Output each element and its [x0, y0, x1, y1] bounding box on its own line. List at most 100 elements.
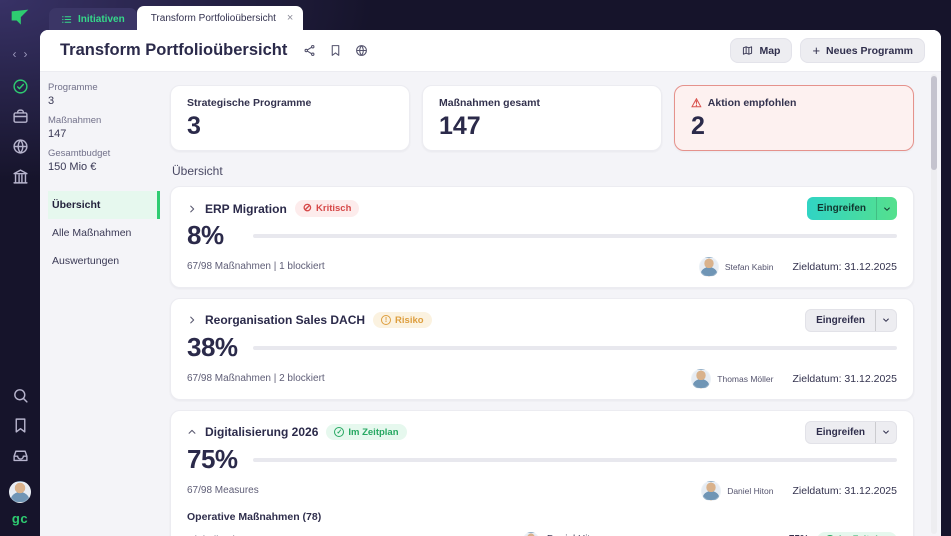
chevron-right-icon[interactable] [187, 204, 197, 214]
chevron-up-icon[interactable] [187, 427, 197, 437]
back-icon[interactable]: ‹ [13, 48, 17, 60]
status-label: Risiko [395, 316, 424, 326]
progress-percent: 38% [187, 333, 243, 363]
program-meta: 67/98 Measures [187, 485, 259, 496]
inbox-icon[interactable] [12, 447, 29, 464]
eingreifen-button[interactable]: Eingreifen [806, 310, 875, 331]
status-badge: ! Risiko [373, 312, 432, 328]
list-icon [61, 14, 72, 25]
program-subnav: Programme 3 Maßnahmen 147 Gesamtbudget 1… [40, 72, 160, 536]
briefcase-icon[interactable] [12, 108, 29, 125]
subnav-item-uebersicht[interactable]: Übersicht [48, 191, 160, 219]
stat-gesamtbudget: Gesamtbudget 150 Mio € [48, 148, 160, 173]
kpi-value: 2 [691, 114, 897, 139]
status-badge: ⊘ Kritisch [295, 200, 360, 217]
chevron-down-icon[interactable] [876, 197, 897, 220]
dashboard-icon[interactable] [12, 78, 29, 95]
owner-avatar [523, 532, 539, 536]
app-logo-icon[interactable] [10, 8, 30, 26]
kpi-massnahmen-gesamt: Maßnahmen gesamt 147 [422, 85, 662, 151]
kpi-value: 3 [187, 114, 393, 139]
kpi-value: 147 [439, 114, 645, 139]
due-date: Zieldatum: 31.12.2025 [793, 261, 898, 273]
map-button-label: Map [759, 45, 780, 57]
eingreifen-split-button: Eingreifen [807, 197, 897, 220]
plus-icon: + [812, 44, 820, 57]
tab-initiativen[interactable]: Initiativen [49, 8, 137, 30]
status-label: Kritisch [316, 204, 351, 214]
measure-list-title: Operative Maßnahmen (78) [187, 511, 897, 523]
eingreifen-button[interactable]: Eingreifen [807, 197, 876, 220]
map-button[interactable]: Map [730, 38, 792, 63]
left-rail: ‹ › gc [0, 0, 40, 536]
page-header: Transform Portfolioübersicht Map + Neues… [40, 30, 941, 72]
search-icon[interactable] [12, 387, 29, 404]
chevron-down-icon[interactable] [875, 422, 896, 443]
close-icon[interactable]: × [287, 12, 293, 24]
eingreifen-button[interactable]: Eingreifen [806, 422, 875, 443]
program-name: Reorganisation Sales DACH [205, 313, 365, 327]
warning-icon: ⚠ [691, 97, 702, 109]
kpi-row: Strategische Programme 3 Maßnahmen gesam… [170, 85, 914, 151]
kpi-aktion-empfohlen: ⚠ Aktion empfohlen 2 [674, 85, 914, 151]
measure-list: Operative Maßnahmen (78) Digitalization … [187, 511, 897, 536]
map-icon [742, 45, 753, 56]
user-avatar[interactable] [9, 481, 31, 503]
program-card-digitalisierung-2026: Digitalisierung 2026 ✓ Im Zeitplan Eingr… [170, 410, 914, 536]
kpi-label: Aktion empfohlen [708, 97, 797, 109]
stat-label: Programme [48, 82, 160, 93]
alert-circle-icon: ! [381, 315, 391, 325]
section-title: Übersicht [172, 164, 912, 178]
eingreifen-split-button: Eingreifen [805, 309, 897, 332]
subnav-item-alle-massnahmen[interactable]: Alle Maßnahmen [48, 219, 160, 247]
tab-label: Initiativen [78, 14, 125, 25]
stat-label: Maßnahmen [48, 115, 160, 126]
status-badge: ✓ Im Zeitplan [817, 532, 897, 536]
page-title: Transform Portfolioübersicht [60, 41, 287, 60]
bookmark-icon[interactable] [12, 417, 29, 434]
progress-percent: 8% [187, 221, 243, 251]
globe-icon[interactable] [355, 44, 368, 57]
kpi-label: Maßnahmen gesamt [439, 97, 645, 109]
stat-label: Gesamtbudget [48, 148, 160, 159]
forward-icon[interactable]: › [24, 48, 28, 60]
progress-bar [253, 346, 897, 350]
program-name: Digitalisierung 2026 [205, 425, 318, 439]
app-window: ‹ › gc Initiativen [0, 0, 951, 536]
owner-avatar [691, 369, 711, 389]
tab-portfolio-uebersicht[interactable]: Transform Portfolioübersicht × [137, 6, 304, 30]
subnav-item-auswertungen[interactable]: Auswertungen [48, 247, 160, 275]
content-panel: Transform Portfolioübersicht Map + Neues… [40, 30, 941, 536]
due-date: Zieldatum: 31.12.2025 [793, 373, 898, 385]
program-card-reorganisation-sales-dach: Reorganisation Sales DACH ! Risiko Eingr… [170, 298, 914, 400]
stat-massnahmen: Maßnahmen 147 [48, 115, 160, 140]
eingreifen-split-button: Eingreifen [805, 421, 897, 444]
program-meta: 67/98 Maßnahmen | 2 blockiert [187, 373, 325, 384]
due-date: Zieldatum: 31.12.2025 [793, 485, 898, 497]
owner-name: Daniel Hiton [727, 486, 773, 496]
stat-programme: Programme 3 [48, 82, 160, 107]
chevron-down-icon[interactable] [875, 310, 896, 331]
stat-value: 150 Mio € [48, 161, 160, 173]
new-program-label: Neues Programm [826, 45, 913, 57]
new-program-button[interactable]: + Neues Programm [800, 38, 925, 63]
owner-name: Stefan Kabin [725, 262, 774, 272]
status-badge: ✓ Im Zeitplan [326, 424, 406, 440]
globe-icon[interactable] [12, 138, 29, 155]
chevron-right-icon[interactable] [187, 315, 197, 325]
share-icon[interactable] [303, 44, 316, 57]
history-nav: ‹ › [13, 48, 28, 60]
scrollbar-track[interactable] [931, 74, 937, 534]
kpi-label: Strategische Programme [187, 97, 393, 109]
gc-logo: gc [12, 511, 28, 526]
stat-value: 147 [48, 128, 160, 140]
ban-icon: ⊘ [303, 203, 312, 214]
scrollbar-thumb[interactable] [931, 76, 937, 170]
owner-avatar [701, 481, 721, 501]
bookmark-icon[interactable] [329, 44, 342, 57]
progress-bar [253, 458, 897, 462]
owner-avatar [699, 257, 719, 277]
measure-row[interactable]: Digitalization Measure 1 Daniel Hiton 75… [187, 528, 897, 536]
bank-icon[interactable] [12, 168, 29, 185]
main-content: Strategische Programme 3 Maßnahmen gesam… [160, 72, 941, 536]
